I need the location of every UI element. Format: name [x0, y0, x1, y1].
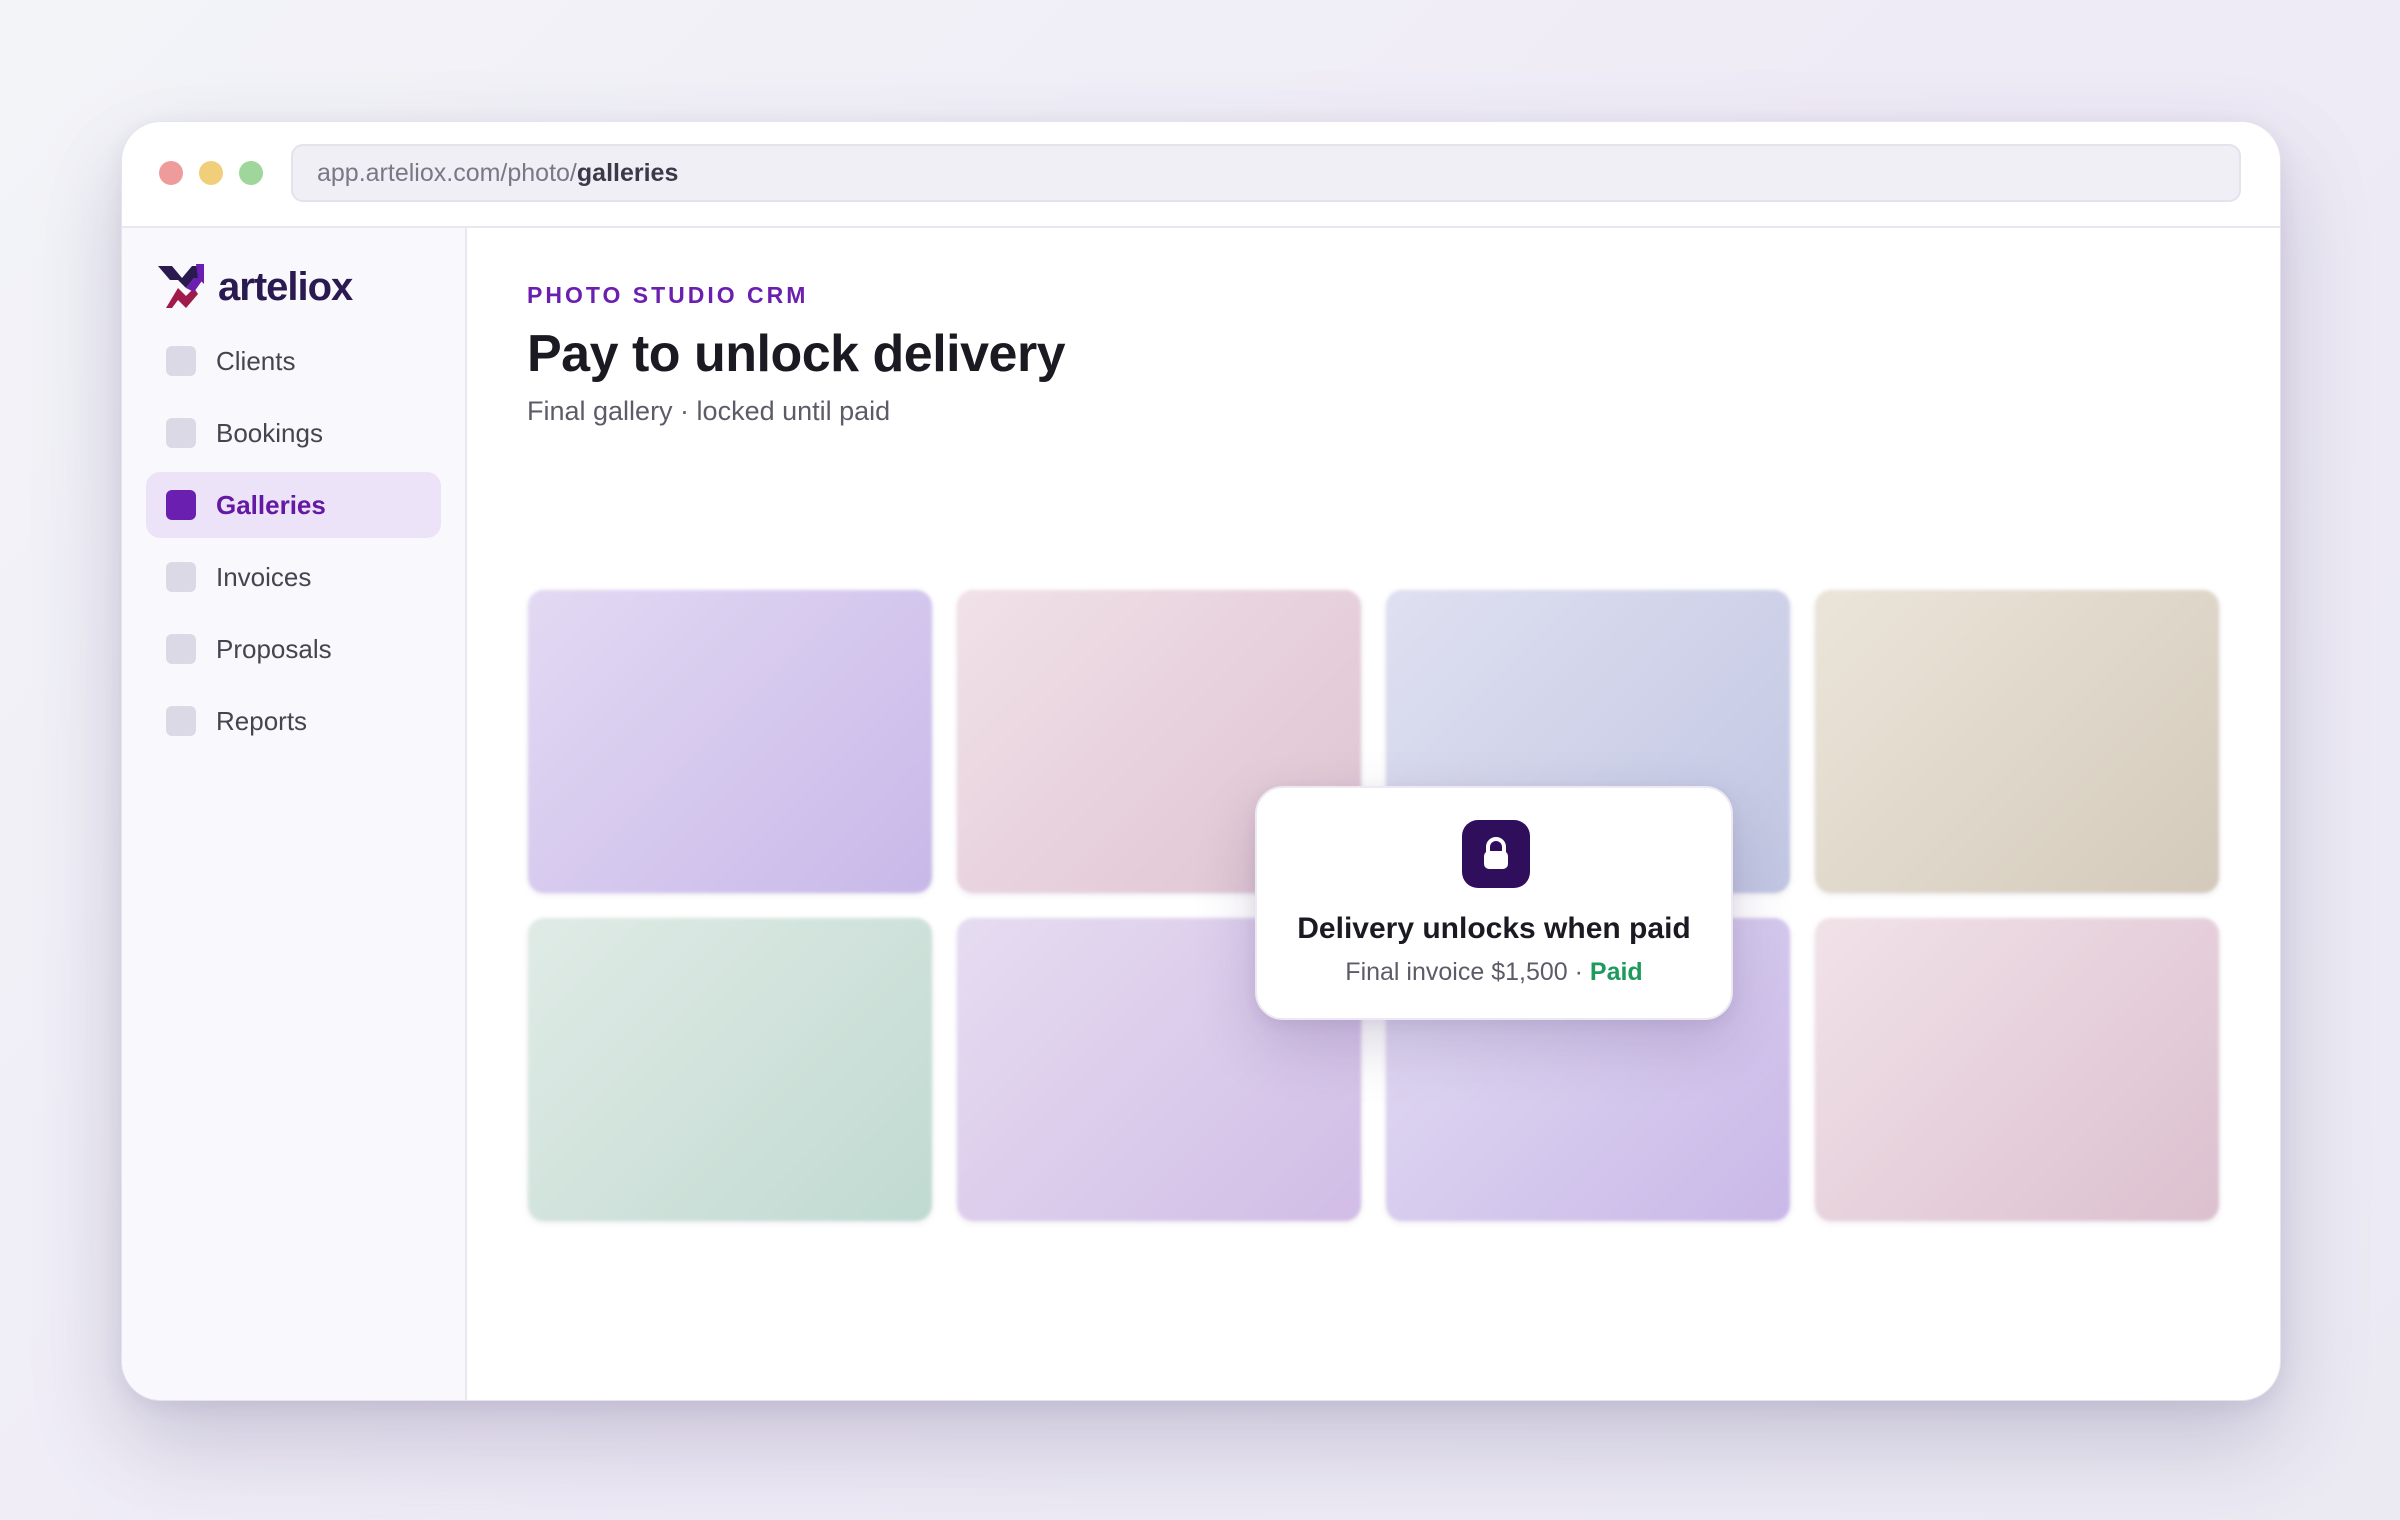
invoice-text: Final invoice $1,500 ·: [1345, 958, 1590, 986]
lock-card-invoice: Final invoice $1,500 · Paid: [1257, 958, 1731, 987]
sidebar-item-clients[interactable]: Clients: [146, 328, 441, 394]
close-window-button[interactable]: [159, 161, 183, 185]
main-content: PHOTO STUDIO CRM Pay to unlock delivery …: [467, 228, 2280, 1400]
sidebar-item-invoices[interactable]: Invoices: [146, 544, 441, 610]
sidebar-item-label: Galleries: [216, 489, 326, 520]
sidebar-item-galleries[interactable]: Galleries: [146, 472, 441, 538]
delivery-lock-card: Delivery unlocks when paid Final invoice…: [1255, 786, 1733, 1020]
brand-name: arteliox: [218, 264, 353, 309]
url-path: galleries: [576, 158, 679, 187]
gallery-thumbnail: [528, 918, 932, 1221]
minimize-window-button[interactable]: [199, 161, 223, 185]
lock-icon: [1484, 837, 1508, 869]
page-eyebrow: PHOTO STUDIO CRM: [527, 282, 809, 308]
square-icon: [166, 634, 196, 664]
square-icon: [166, 562, 196, 592]
sidebar-item-label: Bookings: [216, 417, 323, 448]
brand-logo[interactable]: arteliox: [158, 262, 353, 312]
page-title: Pay to unlock delivery: [527, 325, 1066, 383]
sidebar-item-label: Proposals: [216, 633, 332, 664]
sidebar: arteliox Clients Bookings Galleries Invo…: [122, 228, 467, 1400]
sidebar-item-proposals[interactable]: Proposals: [146, 616, 441, 682]
lock-card-title: Delivery unlocks when paid: [1297, 912, 1691, 945]
square-icon: [166, 346, 196, 376]
payment-status-badge: Paid: [1589, 958, 1643, 986]
sidebar-nav: Clients Bookings Galleries Invoices Prop…: [146, 328, 441, 760]
lock-icon-badge: [1462, 820, 1530, 888]
page-subtitle: Final gallery · locked until paid: [527, 396, 891, 426]
square-icon: [166, 490, 196, 520]
browser-titlebar: app.arteliox.com/photo/galleries: [122, 122, 2280, 228]
gallery-thumbnail: [528, 590, 932, 893]
address-bar[interactable]: app.arteliox.com/photo/galleries: [291, 144, 2241, 202]
gallery-thumbnail: [1815, 590, 2219, 893]
browser-window: app.arteliox.com/photo/galleries artelio…: [121, 121, 2281, 1401]
sidebar-item-label: Clients: [216, 345, 296, 376]
sidebar-item-label: Invoices: [216, 561, 312, 592]
maximize-window-button[interactable]: [239, 161, 263, 185]
sidebar-item-label: Reports: [216, 705, 308, 736]
url-prefix: app.arteliox.com/photo/: [317, 158, 577, 187]
arteliox-logo-icon: [158, 264, 204, 308]
sidebar-item-bookings[interactable]: Bookings: [146, 400, 441, 466]
gallery-thumbnail: [1815, 918, 2219, 1221]
square-icon: [166, 418, 196, 448]
square-icon: [166, 706, 196, 736]
sidebar-item-reports[interactable]: Reports: [146, 688, 441, 754]
